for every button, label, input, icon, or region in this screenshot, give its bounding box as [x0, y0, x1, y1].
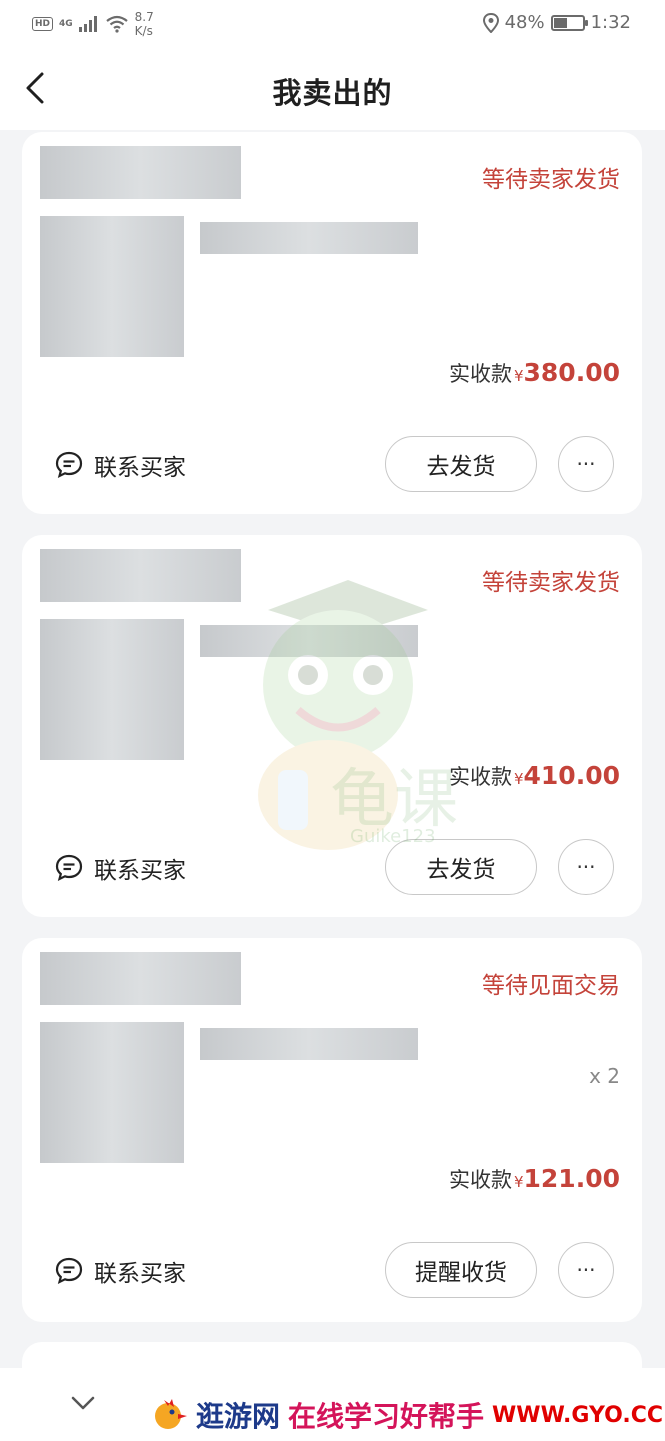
battery-percent: 48%: [504, 12, 545, 33]
shop-name-redacted: [40, 549, 241, 602]
ship-button[interactable]: 去发货: [385, 839, 537, 895]
product-image-redacted[interactable]: [40, 1022, 184, 1163]
received-amount: 实收款 ¥410.00: [448, 761, 620, 790]
more-options-button[interactable]: ···: [558, 1242, 614, 1298]
order-status: 等待卖家发货: [482, 167, 620, 193]
network-speed: 8.7 K/s: [134, 10, 154, 38]
site-url[interactable]: WWW.GYO.CC: [492, 1403, 663, 1428]
more-options-button[interactable]: ···: [558, 839, 614, 895]
chat-icon: [55, 451, 83, 479]
product-image-redacted[interactable]: [40, 619, 184, 760]
app-header: 我卖出的: [0, 48, 665, 130]
page-title: 我卖出的: [272, 76, 393, 110]
clock: 1:32: [590, 12, 631, 33]
chevron-down-icon[interactable]: [70, 1394, 96, 1412]
order-status: 等待见面交易: [482, 973, 620, 999]
contact-buyer-button[interactable]: 联系买家: [54, 851, 186, 885]
remind-receipt-button[interactable]: 提醒收货: [385, 1242, 537, 1298]
product-title-redacted[interactable]: [200, 1028, 418, 1060]
site-name: 逛游网: [196, 1400, 281, 1433]
site-slogan: 在线学习好帮手: [288, 1400, 485, 1433]
shop-name-redacted: [40, 146, 241, 199]
contact-buyer-button[interactable]: 联系买家: [54, 448, 186, 482]
product-title-redacted[interactable]: [200, 222, 418, 254]
location-icon: [482, 12, 499, 33]
quantity: x 2: [589, 1064, 620, 1088]
more-options-button[interactable]: ···: [558, 436, 614, 492]
order-card: 等待卖家发货 实收款 ¥380.00 联系买家 去发货 ···: [22, 132, 642, 514]
order-card: 等待见面交易 x 2 实收款 ¥121.00 联系买家 提醒收货 ···: [22, 938, 642, 1322]
signal-icon: [78, 16, 97, 32]
site-banner: 逛游网 在线学习好帮手 WWW.GYO.CC: [150, 1395, 663, 1435]
chat-icon: [55, 854, 83, 882]
shop-name-redacted: [40, 952, 241, 1005]
hd-icon: HD: [32, 17, 54, 31]
order-card: 等待卖家发货 实收款 ¥410.00 联系买家 去发货 ···: [22, 535, 642, 917]
product-image-redacted[interactable]: [40, 216, 184, 357]
status-bar: HD 4G 8.7 K/s 48% 1:32: [0, 0, 665, 48]
rooster-logo-icon: [155, 1399, 187, 1429]
order-status: 等待卖家发货: [482, 570, 620, 596]
wifi-icon: [105, 15, 128, 33]
received-amount: 实收款 ¥380.00: [448, 358, 620, 387]
received-amount: 实收款 ¥121.00: [448, 1164, 620, 1193]
battery-icon: [550, 14, 588, 31]
product-title-redacted[interactable]: [200, 625, 418, 657]
contact-buyer-button[interactable]: 联系买家: [54, 1254, 186, 1288]
chat-icon: [55, 1257, 83, 1285]
network-type: 4G: [59, 19, 73, 29]
ship-button[interactable]: 去发货: [385, 436, 537, 492]
